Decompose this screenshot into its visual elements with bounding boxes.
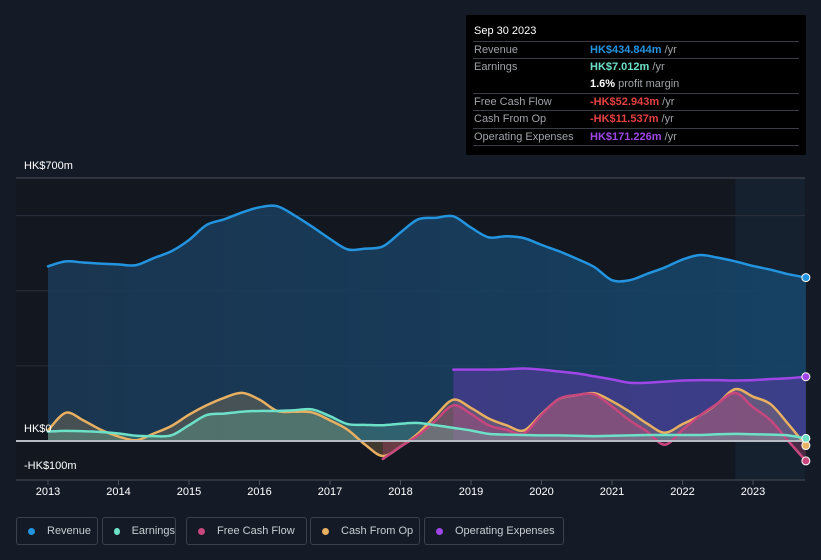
operating-expenses-endpoint xyxy=(801,372,811,382)
legend-label: Cash From Op xyxy=(341,525,414,537)
revenue-endpoint xyxy=(801,273,811,283)
x-tick-label: 2018 xyxy=(388,486,412,498)
x-tick-label: 2019 xyxy=(459,486,483,498)
x-tick-label: 2023 xyxy=(741,486,765,498)
x-tick-label: 2015 xyxy=(177,486,201,498)
tooltip-unit: /yr xyxy=(661,130,677,143)
tooltip-label: Free Cash Flow xyxy=(474,95,552,108)
tooltip-row: Revenue HK$434.844m /yr xyxy=(473,41,799,58)
tooltip-row: Earnings HK$7.012m /yr xyxy=(473,58,799,75)
tooltip-value: -HK$52.943m /yr xyxy=(590,95,675,108)
tooltip-unit: /yr xyxy=(661,44,677,56)
tooltip-row: Cash From Op -HK$11.537m /yr xyxy=(473,110,799,127)
legend-label: Operating Expenses xyxy=(455,525,555,537)
tooltip-unit: profit margin xyxy=(615,77,680,90)
tooltip-value: -HK$11.537m /yr xyxy=(590,113,674,126)
x-tick-label: 2016 xyxy=(247,486,271,498)
tooltip-value: HK$171.226m /yr xyxy=(590,130,677,143)
legend-label: Revenue xyxy=(47,525,92,537)
tooltip-label: Cash From Op xyxy=(474,113,547,126)
tooltip-value: HK$434.844m /yr xyxy=(590,44,677,56)
legend-dot-icon xyxy=(198,527,205,535)
legend-item-cash-from-op[interactable]: Cash From Op xyxy=(310,517,420,545)
x-tick-label: 2022 xyxy=(670,486,694,498)
tooltip-unit: /yr xyxy=(649,61,665,74)
legend-dot-icon xyxy=(322,527,329,535)
tooltip-label: Revenue xyxy=(474,44,519,56)
x-tick-label: 2013 xyxy=(36,486,60,498)
tooltip-date: Sep 30 2023 xyxy=(474,25,537,37)
legend-label: Free Cash Flow xyxy=(217,525,295,537)
tooltip-row: 1.6% profit margin xyxy=(473,76,799,92)
y-tick-label: HK$0 xyxy=(24,423,52,435)
x-tick-label: 2017 xyxy=(318,486,342,498)
x-tick-label: 2020 xyxy=(529,486,553,498)
tooltip-value: 1.6% profit margin xyxy=(590,77,680,90)
y-tick-label: -HK$100m xyxy=(24,460,77,472)
tooltip-label: Earnings xyxy=(474,61,518,74)
tooltip-label: Operating Expenses xyxy=(474,130,574,143)
tooltip-row: Free Cash Flow -HK$52.943m /yr xyxy=(473,92,799,110)
x-tick-label: 2014 xyxy=(106,486,130,498)
tooltip-unit: /yr xyxy=(659,95,675,108)
legend-item-free-cash-flow[interactable]: Free Cash Flow xyxy=(186,517,307,545)
legend-dot-icon xyxy=(114,527,120,535)
legend-item-revenue[interactable]: Revenue xyxy=(16,517,98,545)
tooltip-row: Operating Expenses HK$171.226m /yr xyxy=(473,127,799,145)
tooltip-value: HK$7.012m /yr xyxy=(590,61,665,74)
legend-label: Earnings xyxy=(131,525,175,537)
legend-dot-icon xyxy=(436,527,443,535)
free-cash-flow-endpoint xyxy=(801,456,811,466)
legend-item-operating-expenses[interactable]: Operating Expenses xyxy=(424,517,564,545)
tooltip-unit: /yr xyxy=(658,113,674,126)
x-tick-label: 2021 xyxy=(600,486,624,498)
legend-item-earnings[interactable]: Earnings xyxy=(102,517,176,545)
earnings-endpoint xyxy=(801,433,811,443)
tooltip: Sep 30 2023 Revenue HK$434.844m /yr Earnin… xyxy=(466,15,806,155)
y-tick-label: HK$700m xyxy=(24,160,73,172)
tooltip-divider xyxy=(473,144,799,162)
legend-dot-icon xyxy=(28,527,35,535)
